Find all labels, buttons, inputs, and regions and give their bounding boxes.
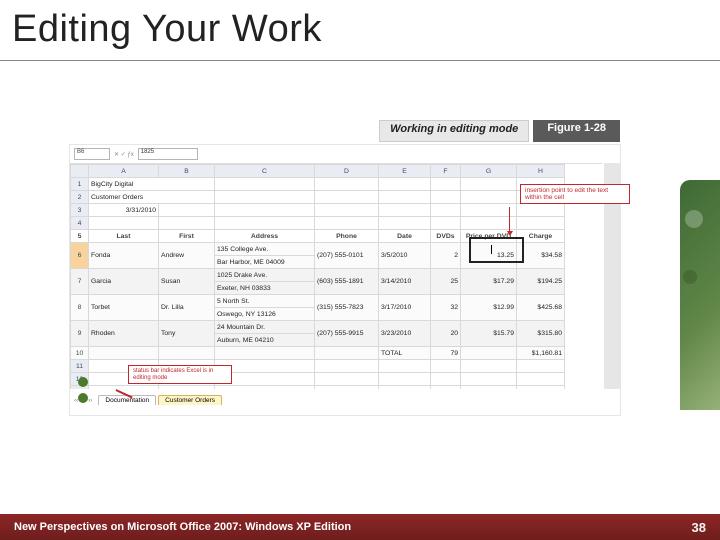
callout-status-bar: status bar indicates Excel is in editing… [128, 365, 232, 384]
cell[interactable]: Fonda [89, 243, 159, 269]
formula-bar-buttons[interactable]: ✕ ✓ ƒx [114, 151, 134, 158]
cell[interactable]: 3/31/2010 [89, 204, 159, 217]
figure-banner: Working in editing mode Figure 1-28 [379, 120, 620, 142]
table-row[interactable]: 4 [71, 217, 565, 230]
cell[interactable]: 79 [431, 347, 461, 360]
table-row[interactable]: 10 TOTAL 79 $1,160.81 [71, 347, 565, 360]
cell[interactable]: (207) 555-9915 [315, 321, 379, 347]
table-row[interactable]: 1BigCity Digital [71, 178, 565, 191]
callout-line [509, 207, 511, 233]
sheet-tab-documentation[interactable]: Documentation [98, 395, 156, 405]
cell[interactable]: Auburn, ME 04210 [215, 334, 315, 347]
col-header[interactable]: B [159, 165, 215, 178]
decorative-leaves [680, 180, 720, 410]
cell[interactable]: 3/5/2010 [379, 243, 431, 269]
cell[interactable]: 2 [431, 243, 461, 269]
cell[interactable]: Oswego, NY 13126 [215, 308, 315, 321]
table-row[interactable]: 13 [71, 386, 565, 390]
sheet-tab-customer-orders[interactable]: Customer Orders [158, 395, 222, 405]
footer-caption: New Perspectives on Microsoft Office 200… [14, 521, 351, 533]
table-row[interactable]: 33/31/2010 [71, 204, 565, 217]
slide-footer: New Perspectives on Microsoft Office 200… [0, 514, 720, 540]
decorative-dot [78, 393, 88, 403]
cell[interactable]: Rhoden [89, 321, 159, 347]
cell[interactable]: TOTAL [379, 347, 431, 360]
cell[interactable]: 32 [431, 295, 461, 321]
col-header[interactable]: H [517, 165, 565, 178]
cell[interactable]: $1,160.81 [517, 347, 565, 360]
col-header[interactable]: D [315, 165, 379, 178]
cell[interactable]: (207) 555-0101 [315, 243, 379, 269]
slide: Editing Your Work Working in editing mod… [0, 0, 720, 540]
cell[interactable]: $15.79 [461, 321, 517, 347]
cell[interactable]: $194.25 [517, 269, 565, 295]
cell[interactable]: Charge [517, 230, 565, 243]
cell[interactable]: (315) 555-7823 [315, 295, 379, 321]
figure-banner-label: Working in editing mode [379, 120, 529, 142]
text-caret [491, 245, 492, 254]
cell[interactable]: Tony [159, 321, 215, 347]
formula-bar-input[interactable]: 1825 [138, 148, 198, 160]
table-row[interactable]: 2Customer Orders [71, 191, 565, 204]
cell[interactable]: Dr. Lilla [159, 295, 215, 321]
cell[interactable]: 1025 Drake Ave. [215, 269, 315, 282]
cell[interactable]: Andrew [159, 243, 215, 269]
cell[interactable]: $34.58 [517, 243, 565, 269]
col-header[interactable]: A [89, 165, 159, 178]
formula-bar-row: B6 ✕ ✓ ƒx 1825 [74, 147, 198, 161]
cell[interactable]: Exeter, NH 03833 [215, 282, 315, 295]
cell[interactable]: $17.29 [461, 269, 517, 295]
slide-title: Editing Your Work [0, 0, 720, 55]
cell[interactable]: 3/14/2010 [379, 269, 431, 295]
cell[interactable]: $12.99 [461, 295, 517, 321]
cell[interactable]: $425.68 [517, 295, 565, 321]
table-row[interactable]: 9 Rhoden Tony 24 Mountain Dr. (207) 555-… [71, 321, 565, 334]
cell[interactable]: DVDs [431, 230, 461, 243]
cell[interactable]: 24 Mountain Dr. [215, 321, 315, 334]
arrow-icon [507, 231, 513, 236]
cell[interactable]: 5 North St. [215, 295, 315, 308]
col-header[interactable]: C [215, 165, 315, 178]
cell[interactable]: Garcia [89, 269, 159, 295]
cell[interactable]: 135 College Ave. [215, 243, 315, 256]
cell[interactable]: 3/23/2010 [379, 321, 431, 347]
cell[interactable]: $315.80 [517, 321, 565, 347]
col-header[interactable]: E [379, 165, 431, 178]
cell[interactable]: Customer Orders [89, 191, 215, 204]
table-row[interactable]: 7 Garcia Susan 1025 Drake Ave. (603) 555… [71, 269, 565, 282]
cell[interactable]: Phone [315, 230, 379, 243]
table-row[interactable]: 8 Torbet Dr. Lilla 5 North St. (315) 555… [71, 295, 565, 308]
callout-insertion-point: insertion point to edit the text within … [520, 184, 630, 204]
figure-number: Figure 1-28 [533, 120, 620, 142]
cell[interactable]: (603) 555-1891 [315, 269, 379, 295]
title-underline [0, 60, 720, 61]
decorative-dot [78, 377, 88, 387]
column-header-row[interactable]: A B C D E F G H [71, 165, 565, 178]
cell[interactable]: 3/17/2010 [379, 295, 431, 321]
sheet-tabs: ‹‹ ‹ › ›› Documentation Customer Orders [70, 391, 222, 409]
cell[interactable]: First [159, 230, 215, 243]
cell[interactable]: 25 [431, 269, 461, 295]
table-row[interactable]: 6 Fonda Andrew 135 College Ave. (207) 55… [71, 243, 565, 256]
table-header-row[interactable]: 5 Last First Address Phone Date DVDs Pri… [71, 230, 565, 243]
active-cell[interactable]: 13.25 [461, 243, 517, 269]
cell[interactable]: Susan [159, 269, 215, 295]
cell[interactable]: Bar Harbor, ME 04009 [215, 256, 315, 269]
slide-number: 38 [692, 520, 706, 535]
col-header[interactable]: G [461, 165, 517, 178]
cell[interactable]: Date [379, 230, 431, 243]
worksheet-grid[interactable]: A B C D E F G H 1BigCity Digital 2Custom… [70, 164, 565, 389]
name-box[interactable]: B6 [74, 148, 110, 160]
figure-excel-screenshot: Working in editing mode Figure 1-28 B6 ✕… [70, 145, 620, 415]
col-header[interactable]: F [431, 165, 461, 178]
cell[interactable]: Address [215, 230, 315, 243]
cell[interactable]: Torbet [89, 295, 159, 321]
cell[interactable]: BigCity Digital [89, 178, 215, 191]
cell[interactable]: Last [89, 230, 159, 243]
cell[interactable]: 20 [431, 321, 461, 347]
